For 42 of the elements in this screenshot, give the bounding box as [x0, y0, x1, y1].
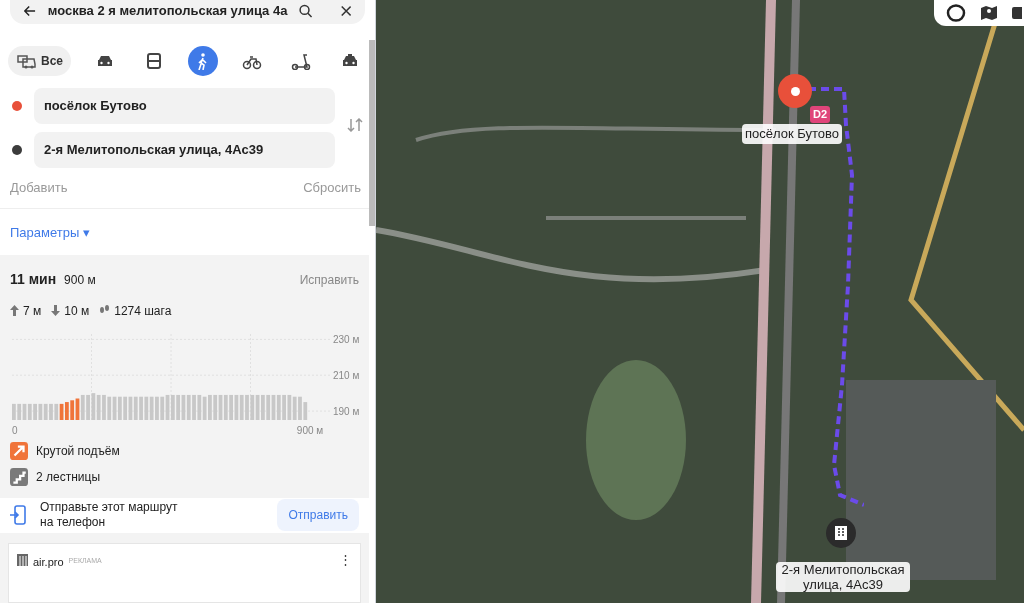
- back-arrow-icon[interactable]: [24, 4, 36, 18]
- layers-icon[interactable]: [946, 4, 966, 22]
- send-button[interactable]: Отправить: [277, 499, 359, 532]
- send-route-text: Отправьте этот маршрут на телефон: [40, 500, 179, 531]
- destination-label: 2-я Мелитопольская улица, 4Ас39: [776, 562, 910, 592]
- close-icon[interactable]: [340, 4, 351, 18]
- transport-mode-tab[interactable]: Все: [8, 46, 71, 76]
- route-feature: 2 лестницы: [36, 468, 100, 486]
- scrollbar[interactable]: [369, 40, 375, 226]
- route-feature: Крутой подъём: [36, 442, 120, 460]
- route-distance: 900 м: [64, 271, 96, 289]
- footprints-icon: [99, 305, 111, 316]
- more-menu-button[interactable]: ⋮: [339, 554, 352, 566]
- search-icon[interactable]: [299, 2, 313, 20]
- phone-send-icon: [10, 505, 26, 526]
- satellite-map[interactable]: D2 посёлок Бутово 2-я Мелитопольская улица, 4Ас39: [376, 0, 1024, 603]
- elevation-tick-label: 210 м: [333, 369, 360, 381]
- arrow-up-icon: [10, 305, 19, 316]
- search-text: москва 2 я мелитопольская улица 4а: [47, 2, 288, 21]
- elevation-tick-label: 190 м: [333, 405, 360, 417]
- distance-tick-label: 900 м: [296, 424, 324, 436]
- metro-exit-badge: D2: [810, 106, 831, 123]
- search-field[interactable]: москва 2 я мелитопольская улица 4а: [10, 0, 365, 24]
- map-book-icon[interactable]: [980, 5, 998, 21]
- scooter-icon: [290, 52, 311, 70]
- route-point-field[interactable]: посёлок Бутово: [34, 88, 335, 124]
- swap-icon[interactable]: [347, 118, 363, 132]
- route-point-field[interactable]: 2-я Мелитопольская улица, 4Ас39: [34, 132, 335, 168]
- route-stat: 10 м: [64, 302, 90, 320]
- route-stat: 1274 шага: [114, 302, 172, 320]
- start-label: посёлок Бутово: [742, 124, 843, 144]
- distance-tick-label: 0: [12, 424, 18, 436]
- all-transport-icon: [16, 52, 36, 70]
- elevation-tick-label: 230 м: [333, 333, 360, 345]
- route-stat: 7 м: [23, 302, 42, 320]
- brand-logo-icon: [17, 554, 28, 566]
- pedestrian-mode-tab[interactable]: [187, 46, 218, 76]
- parameters-link[interactable]: Параметры ▾: [10, 224, 90, 240]
- ad-brand: air.pro: [33, 555, 64, 570]
- route-time: 11 мин: [10, 269, 57, 289]
- arrow-down-icon: [51, 305, 61, 316]
- bus-icon: [144, 52, 164, 70]
